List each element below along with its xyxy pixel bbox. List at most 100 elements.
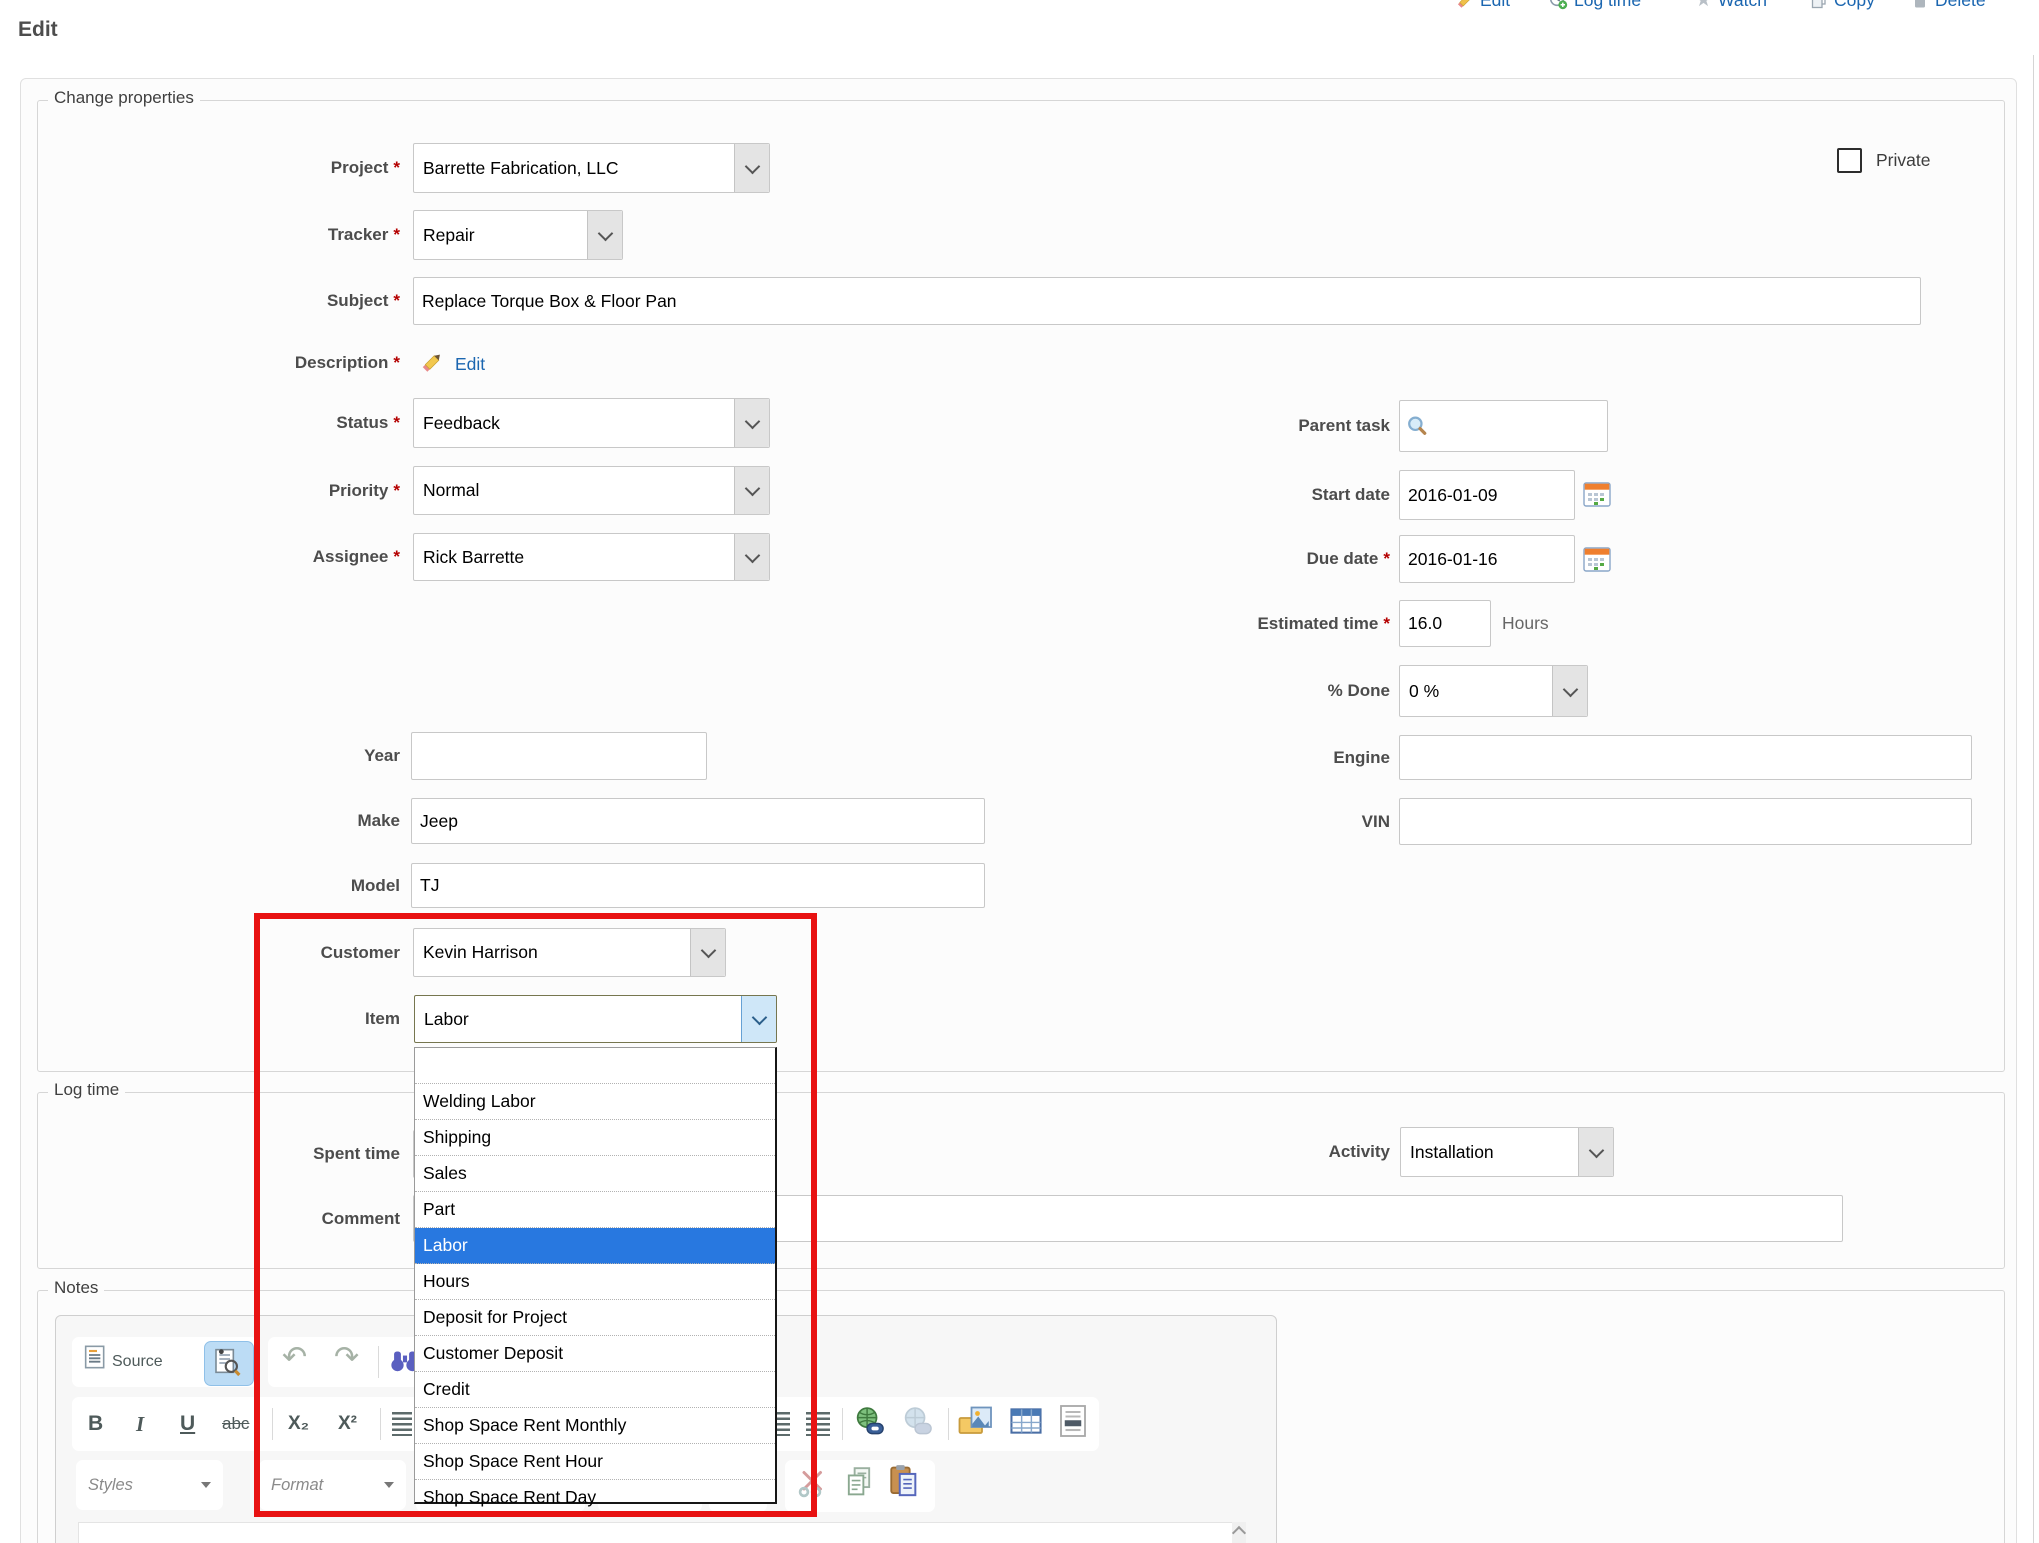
toolbar-watch-link[interactable]: ★ Watch xyxy=(1695,0,1767,14)
dropdown-option[interactable]: Shop Space Rent Day xyxy=(415,1480,775,1515)
item-label: Item xyxy=(100,995,400,1043)
subscript-button[interactable]: X₂ xyxy=(288,1397,309,1451)
editor-scrollbar[interactable] xyxy=(1232,1522,1246,1543)
toolbar-divider xyxy=(380,1408,381,1440)
chevron-down-icon xyxy=(384,1482,394,1488)
due-date-label: Due date* xyxy=(1040,535,1390,583)
chevron-down-icon xyxy=(734,467,769,514)
strikethrough-button[interactable]: abc xyxy=(222,1397,249,1451)
make-input[interactable]: Jeep xyxy=(411,798,985,844)
numbered-list-icon[interactable] xyxy=(392,1412,412,1436)
template-magnifier-icon xyxy=(213,1347,243,1379)
project-select[interactable]: Barrette Fabrication, LLC xyxy=(413,143,770,193)
priority-select[interactable]: Normal xyxy=(413,466,770,515)
cut-icon[interactable] xyxy=(798,1468,828,1498)
dropdown-option[interactable]: Deposit for Project xyxy=(415,1300,775,1336)
item-select[interactable]: Labor xyxy=(414,995,777,1043)
toolbar-copy-link[interactable]: Copy xyxy=(1810,0,1875,14)
clock-plus-icon xyxy=(1549,0,1568,10)
horizontal-rule-icon[interactable] xyxy=(1058,1404,1088,1438)
subject-input[interactable]: Replace Torque Box & Floor Pan xyxy=(413,277,1921,325)
parent-task-input[interactable] xyxy=(1399,400,1608,452)
vin-input[interactable] xyxy=(1399,798,1972,845)
log-time-legend: Log time xyxy=(48,1080,125,1100)
assignee-select[interactable]: Rick Barrette xyxy=(413,533,770,581)
dropdown-option-selected[interactable]: Labor xyxy=(415,1228,775,1264)
toolbar-divider xyxy=(948,1408,949,1440)
dropdown-option[interactable]: Shop Space Rent Hour xyxy=(415,1444,775,1480)
tracker-label: Tracker* xyxy=(100,210,400,260)
notes-textarea[interactable] xyxy=(78,1522,1234,1543)
dropdown-option[interactable]: Welding Labor xyxy=(415,1084,775,1120)
parent-task-label: Parent task xyxy=(1040,400,1390,452)
project-label: Project* xyxy=(100,143,400,193)
item-dropdown-list: Welding Labor Shipping Sales Part Labor … xyxy=(414,1047,777,1504)
unlink-icon[interactable] xyxy=(902,1406,934,1438)
spent-time-label: Spent time xyxy=(100,1130,400,1178)
status-label: Status* xyxy=(100,398,400,448)
preview-template-button[interactable] xyxy=(204,1341,254,1386)
chevron-down-icon xyxy=(734,144,769,192)
calendar-icon[interactable] xyxy=(1583,546,1611,578)
tracker-select[interactable]: Repair xyxy=(413,210,623,260)
change-properties-legend: Change properties xyxy=(48,88,200,108)
italic-button[interactable]: I xyxy=(136,1397,144,1451)
source-button[interactable]: Source xyxy=(112,1337,163,1387)
subject-label: Subject* xyxy=(100,277,400,325)
page-edge-divider xyxy=(2033,55,2034,1543)
description-edit-link[interactable]: Edit xyxy=(455,350,485,378)
percent-done-select[interactable]: 0 % xyxy=(1399,665,1588,717)
activity-select[interactable]: Installation xyxy=(1400,1127,1614,1177)
chevron-down-icon xyxy=(734,534,769,580)
justify-block-icon[interactable] xyxy=(806,1412,830,1436)
description-label: Description* xyxy=(100,348,400,378)
dropdown-option[interactable]: Shipping xyxy=(415,1120,775,1156)
due-date-input[interactable]: 2016-01-16 xyxy=(1399,535,1575,583)
make-label: Make xyxy=(100,798,400,844)
insert-image-icon[interactable] xyxy=(958,1404,994,1438)
chevron-down-icon xyxy=(1552,666,1587,716)
bold-button[interactable]: B xyxy=(88,1397,103,1451)
toolbar-edit-link[interactable]: Edit xyxy=(1456,0,1510,14)
underline-button[interactable]: U xyxy=(180,1397,195,1451)
page-title: Edit xyxy=(18,18,58,42)
insert-table-icon[interactable] xyxy=(1010,1406,1042,1436)
copy-pages-icon[interactable] xyxy=(844,1466,874,1498)
customer-select[interactable]: Kevin Harrison xyxy=(413,928,726,977)
chevron-down-icon xyxy=(690,929,725,976)
pencil-icon xyxy=(1456,0,1474,9)
format-dropdown[interactable]: Format xyxy=(259,1460,406,1510)
insert-link-icon[interactable] xyxy=(854,1406,886,1438)
issue-edit-page: Edit Log time ★ Watch Copy Delete Edit C… xyxy=(0,0,2039,1543)
status-select[interactable]: Feedback xyxy=(413,398,770,448)
dropdown-option[interactable]: Customer Deposit xyxy=(415,1336,775,1372)
calendar-icon[interactable] xyxy=(1583,481,1611,513)
toolbar-delete-link[interactable]: Delete xyxy=(1911,0,1986,14)
hours-suffix: Hours xyxy=(1502,600,1549,647)
start-date-input[interactable]: 2016-01-09 xyxy=(1399,470,1575,520)
copy-icon xyxy=(1810,0,1828,9)
dropdown-option[interactable]: Shop Space Rent Monthly xyxy=(415,1408,775,1444)
paste-icon[interactable] xyxy=(888,1464,920,1498)
log-time-fieldset: Log time xyxy=(37,1092,2005,1269)
styles-dropdown[interactable]: Styles xyxy=(76,1460,223,1510)
dropdown-option[interactable]: Part xyxy=(415,1192,775,1228)
model-input[interactable]: TJ xyxy=(411,863,985,908)
dropdown-option[interactable]: Credit xyxy=(415,1372,775,1408)
engine-input[interactable] xyxy=(1399,735,1972,780)
toolbar-divider xyxy=(378,1346,379,1378)
private-label: Private xyxy=(1876,148,1930,173)
year-label: Year xyxy=(100,732,400,780)
redo-icon[interactable]: ↷ xyxy=(334,1340,359,1375)
superscript-button[interactable]: X² xyxy=(338,1397,357,1451)
year-input[interactable] xyxy=(411,732,707,780)
dropdown-option[interactable]: Sales xyxy=(415,1156,775,1192)
dropdown-option[interactable]: Hours xyxy=(415,1264,775,1300)
toolbar-log-time-link[interactable]: Log time xyxy=(1549,0,1641,14)
estimated-time-input[interactable]: 16.0 xyxy=(1399,600,1491,647)
undo-icon[interactable]: ↶ xyxy=(282,1340,307,1375)
private-checkbox[interactable] xyxy=(1837,148,1862,173)
dropdown-option[interactable] xyxy=(415,1048,775,1084)
vin-label: VIN xyxy=(1040,798,1390,845)
chevron-down-icon xyxy=(587,211,622,259)
